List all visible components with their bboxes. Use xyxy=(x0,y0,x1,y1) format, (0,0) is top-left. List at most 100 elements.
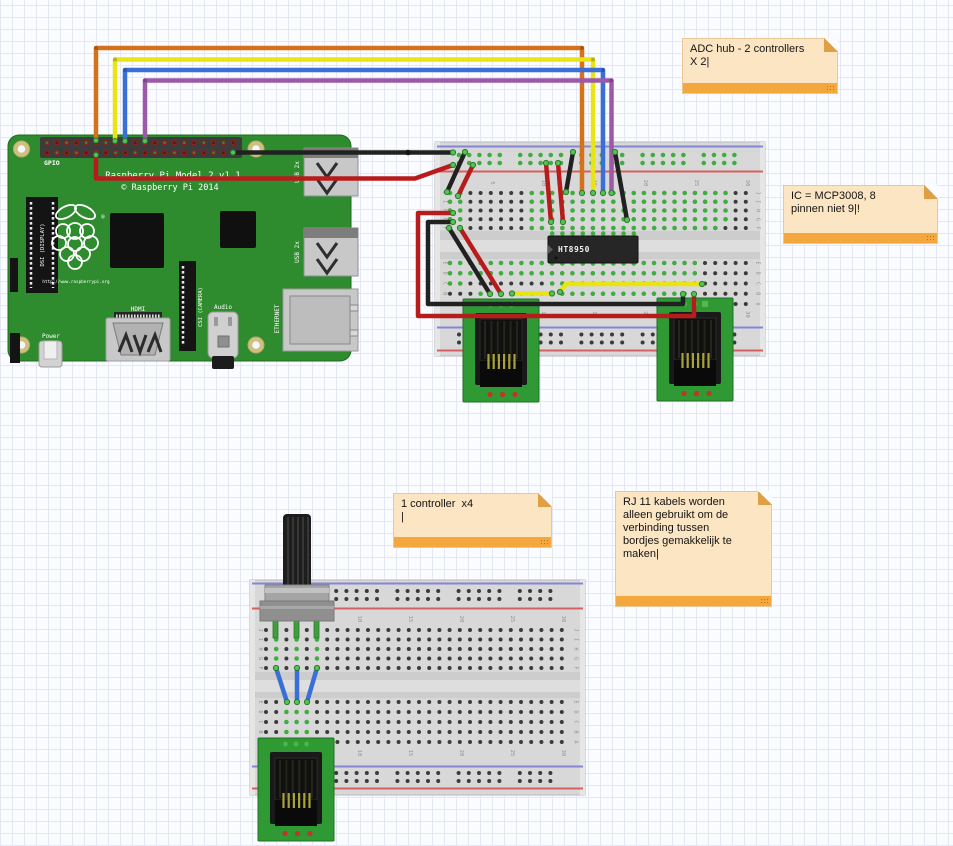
column-label: 10 xyxy=(540,180,546,187)
row-label: E xyxy=(442,261,448,264)
row-label: B xyxy=(442,292,448,295)
note-fold-icon xyxy=(824,38,838,52)
registered-mark: ® xyxy=(101,214,105,221)
hdmi-label: HDMI xyxy=(131,306,146,313)
column-label: 30 xyxy=(560,750,566,757)
row-label: A xyxy=(573,740,579,743)
pot-flange xyxy=(260,601,334,621)
ethernet-clip xyxy=(350,330,358,336)
row-label: J xyxy=(755,191,761,194)
row-label: F xyxy=(257,666,263,669)
usb-label: USB 2x xyxy=(294,241,301,263)
fritzing-canvas[interactable]: GPIO Raspberry Pi Model 2 v1.1 © Raspber… xyxy=(0,0,953,846)
note-fold-icon xyxy=(758,491,772,505)
row-label: C xyxy=(573,720,579,723)
resize-grip-icon[interactable] xyxy=(760,598,769,604)
column-label: 25 xyxy=(509,750,515,757)
csi-connector xyxy=(179,261,196,351)
center-gap-inner xyxy=(255,680,580,692)
power-inner xyxy=(44,341,57,359)
resize-grip-icon[interactable] xyxy=(926,235,935,241)
ethernet-clip xyxy=(350,305,358,311)
rj11-solder-pad xyxy=(702,301,708,307)
row-label: E xyxy=(573,700,579,703)
rj11-module-3[interactable] xyxy=(258,738,334,841)
row-label: D xyxy=(573,710,579,713)
edge-component xyxy=(10,258,18,292)
ic-label: HT8950 xyxy=(558,245,590,254)
sticky-note-rj11[interactable]: RJ 11 kabels worden alleen gebruikt om d… xyxy=(615,491,772,607)
column-label: 15 xyxy=(407,616,413,623)
row-label: E xyxy=(755,261,761,264)
note-fold-icon xyxy=(924,185,938,199)
row-label: D xyxy=(755,272,761,275)
wire-bead xyxy=(405,150,411,156)
row-label: D xyxy=(257,710,263,713)
gpio-header[interactable] xyxy=(40,137,242,158)
diagram-scene: GPIO Raspberry Pi Model 2 v1.1 © Raspber… xyxy=(0,0,953,846)
power-label: Power xyxy=(42,333,60,340)
row-label: J xyxy=(257,628,263,631)
dsi-label: DSI (DISPLAY) xyxy=(40,223,46,266)
pot-flange-line xyxy=(260,606,334,609)
column-label: 20 xyxy=(458,616,464,623)
row-label: I xyxy=(442,200,448,203)
row-label: D xyxy=(442,272,448,275)
note-title-bar[interactable] xyxy=(394,537,551,547)
sticky-note-controller[interactable]: 1 controller x4 | xyxy=(393,493,552,548)
breadboard-edge xyxy=(250,580,255,795)
column-label: 25 xyxy=(509,616,515,623)
row-label: C xyxy=(755,282,761,285)
resize-grip-icon[interactable] xyxy=(826,85,835,91)
sticky-note-adc-hub[interactable]: ADC hub - 2 controllers X 2| xyxy=(682,38,838,94)
row-label: H xyxy=(755,209,761,212)
breadboard-edge xyxy=(435,142,440,356)
column-label: 30 xyxy=(744,311,750,318)
note-text[interactable]: RJ 11 kabels worden alleen gebruikt om d… xyxy=(616,492,771,563)
usb-port-top xyxy=(304,228,358,238)
ethernet-label: ETHERNET xyxy=(274,304,281,333)
row-label: B xyxy=(257,730,263,733)
note-title-bar[interactable] xyxy=(683,83,837,93)
note-text[interactable]: 1 controller x4 | xyxy=(394,494,551,526)
row-label: I xyxy=(257,638,263,641)
row-label: F xyxy=(573,666,579,669)
column-label: 30 xyxy=(560,616,566,623)
breadboard-edge xyxy=(580,580,585,795)
mounting-hole-center xyxy=(18,145,26,153)
row-label: A xyxy=(755,302,761,305)
pot-body-highlight xyxy=(265,588,329,593)
note-text[interactable]: ADC hub - 2 controllers X 2| xyxy=(683,39,837,71)
row-label: G xyxy=(573,657,579,660)
ic-pin1-dot xyxy=(555,257,558,260)
note-title-bar[interactable] xyxy=(616,596,771,606)
row-label: G xyxy=(257,657,263,660)
memory-chip xyxy=(220,211,256,248)
resize-grip-icon[interactable] xyxy=(540,539,549,545)
note-text[interactable]: IC = MCP3008, 8 pinnen niet 9|! xyxy=(784,186,937,218)
sticky-note-ic[interactable]: IC = MCP3008, 8 pinnen niet 9|! xyxy=(783,185,938,244)
pot-shaft xyxy=(283,514,311,590)
row-label: H xyxy=(257,647,263,650)
row-label: B xyxy=(573,730,579,733)
mounting-hole-center xyxy=(252,341,260,349)
row-label: F xyxy=(755,226,761,229)
ethernet-inner xyxy=(290,296,350,344)
raspberry-pi-board[interactable]: GPIO Raspberry Pi Model 2 v1.1 © Raspber… xyxy=(8,135,358,369)
audio-barrel xyxy=(212,356,234,369)
row-label: C xyxy=(257,720,263,723)
column-label: 30 xyxy=(744,180,750,187)
audio-center xyxy=(218,336,229,347)
row-label: I xyxy=(755,200,761,203)
breadboard-edge xyxy=(760,142,765,356)
potentiometer[interactable] xyxy=(260,514,334,638)
note-title-bar[interactable] xyxy=(784,233,937,243)
audio-jack xyxy=(208,312,238,358)
row-label: I xyxy=(573,638,579,641)
row-label: C xyxy=(442,282,448,285)
column-label: 20 xyxy=(642,180,648,187)
ic-chip[interactable]: HT8950 xyxy=(548,234,638,264)
audio-label: Audio xyxy=(214,304,232,311)
soc-chip xyxy=(110,213,164,268)
note-fold-icon xyxy=(538,493,552,507)
